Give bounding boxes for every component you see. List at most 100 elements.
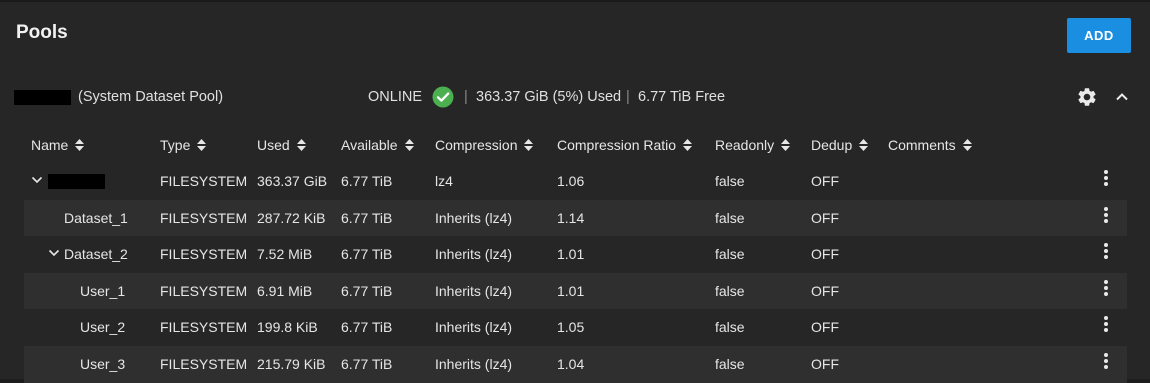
chevron-down-icon[interactable]: [48, 247, 60, 259]
column-header-label: Readonly: [715, 137, 775, 153]
dot: [1104, 182, 1108, 186]
column-header[interactable]: Type: [160, 137, 207, 153]
dot: [1104, 322, 1108, 327]
cell-type: FILESYSTEM: [160, 246, 248, 263]
dot: [1104, 255, 1108, 260]
cell-available: 6.77 TiB: [341, 173, 393, 189]
column-header[interactable]: Comments: [888, 137, 972, 153]
chevron-down-icon[interactable]: [31, 174, 43, 186]
table-row[interactable]: Dataset_2 FILESYSTEM 7.52 MiB 6.77 TiB Inher…: [24, 236, 1127, 273]
cell-used: 363.37 GiB: [257, 173, 328, 189]
cell-name: Dataset_2: [64, 246, 128, 263]
cell-ratio: 1.01: [557, 246, 585, 263]
pool-name-redacted: [14, 90, 71, 105]
table-row[interactable]: Dataset_1 FILESYSTEM 287.72 KiB 6.77 TiB Inh…: [24, 199, 1127, 237]
cell-dedup: OFF: [811, 209, 839, 226]
column-header-label: Comments: [888, 137, 956, 153]
dot: [1104, 358, 1108, 363]
table-header: Name Type Used Available Compression Compress…: [24, 129, 1127, 163]
dot: [1104, 316, 1108, 321]
column-header-label: Compression Ratio: [557, 137, 677, 153]
page-title: Pools: [16, 22, 68, 43]
dot: [1104, 249, 1108, 254]
table-body: FILESYSTEM 363.37 GiB 6.77 TiB lz4 1.06 false…: [24, 163, 1127, 383]
cell-compression: Inherits (lz4): [435, 355, 513, 372]
column-header[interactable]: Name: [31, 137, 85, 153]
dot: [1104, 218, 1108, 223]
column-header-label: Dedup: [811, 137, 853, 153]
cell-dedup: OFF: [811, 173, 839, 189]
cell-ratio: 1.04: [557, 355, 585, 372]
more-vert-icon[interactable]: [1102, 242, 1110, 262]
table-row[interactable]: FILESYSTEM 363.37 GiB 6.77 TiB lz4 1.06 false…: [24, 163, 1127, 200]
table-row[interactable]: User_1 FILESYSTEM 6.91 MiB 6.77 TiB Inherits…: [24, 272, 1127, 310]
cell-ratio: 1.06: [557, 173, 585, 189]
more-vert-icon[interactable]: [1102, 206, 1110, 226]
sort-icon[interactable]: [962, 139, 972, 151]
cell-type: FILESYSTEM: [160, 173, 248, 189]
add-button[interactable]: ADD: [1067, 18, 1131, 53]
cell-type: FILESYSTEM: [160, 209, 248, 226]
chevron-up-icon[interactable]: [1114, 89, 1130, 105]
cell-compression: lz4: [435, 173, 453, 189]
cell-type: FILESYSTEM: [160, 282, 248, 299]
column-header-label: Type: [160, 137, 191, 153]
pool-header: (System Dataset Pool) ONLINE | 363.37 Gi…: [0, 72, 1150, 124]
column-header[interactable]: Used: [257, 137, 306, 153]
dot: [1104, 328, 1108, 333]
sort-icon[interactable]: [75, 139, 85, 151]
pool-status: ONLINE: [368, 89, 422, 105]
cell-compression: Inherits (lz4): [435, 246, 513, 263]
cell-dedup: OFF: [811, 246, 839, 263]
more-vert-icon[interactable]: [1102, 352, 1110, 372]
cell-name: User_2: [80, 319, 126, 336]
cell-name: User_1: [80, 282, 126, 299]
cell-available: 6.77 TiB: [341, 282, 393, 299]
cell-compression: Inherits (lz4): [435, 319, 513, 336]
sort-icon[interactable]: [197, 139, 207, 151]
sort-icon[interactable]: [404, 139, 414, 151]
more-vert-icon[interactable]: [1102, 315, 1110, 335]
sort-icon[interactable]: [296, 139, 306, 151]
column-header[interactable]: Available: [341, 137, 414, 153]
cell-ratio: 1.01: [557, 282, 585, 299]
dot: [1104, 352, 1108, 357]
cell-readonly: false: [715, 173, 745, 189]
dot: [1104, 291, 1108, 296]
cell-type: FILESYSTEM: [160, 319, 248, 336]
column-header[interactable]: Compression: [435, 137, 534, 153]
column-header-label: Compression: [435, 137, 518, 153]
sort-icon[interactable]: [781, 139, 791, 151]
cell-readonly: false: [715, 319, 745, 336]
table-row[interactable]: User_2 FILESYSTEM 199.8 KiB 6.77 TiB Inherit…: [24, 309, 1127, 346]
cell-used: 199.8 KiB: [257, 319, 318, 336]
cell-dedup: OFF: [811, 355, 839, 372]
column-header[interactable]: Dedup: [811, 137, 869, 153]
dataset-name-redacted: [48, 174, 105, 189]
dot: [1104, 212, 1108, 217]
separator: |: [626, 89, 630, 105]
cell-dedup: OFF: [811, 282, 839, 299]
column-header[interactable]: Compression Ratio: [557, 137, 693, 153]
dot: [1104, 170, 1108, 174]
dot: [1104, 279, 1108, 284]
cell-readonly: false: [715, 246, 745, 263]
cell-name: User_3: [80, 355, 126, 372]
more-vert-icon[interactable]: [1102, 279, 1110, 299]
gear-icon[interactable]: [1076, 86, 1098, 108]
cell-readonly: false: [715, 282, 745, 299]
sort-icon[interactable]: [524, 139, 534, 151]
more-vert-icon[interactable]: [1102, 169, 1110, 189]
sort-icon[interactable]: [683, 139, 693, 151]
sort-icon[interactable]: [859, 139, 869, 151]
check-circle-icon: [432, 86, 454, 108]
cell-used: 287.72 KiB: [257, 209, 326, 226]
cell-dedup: OFF: [811, 319, 839, 336]
dot: [1104, 364, 1108, 369]
cell-used: 7.52 MiB: [257, 246, 313, 263]
pool-free: 6.77 TiB Free: [638, 89, 726, 105]
pool-used: 363.37 GiB (5%) Used: [476, 89, 622, 105]
table-row[interactable]: User_3 FILESYSTEM 215.79 KiB 6.77 TiB Inheri…: [24, 345, 1127, 383]
column-header[interactable]: Readonly: [715, 137, 791, 153]
dot: [1104, 285, 1108, 290]
